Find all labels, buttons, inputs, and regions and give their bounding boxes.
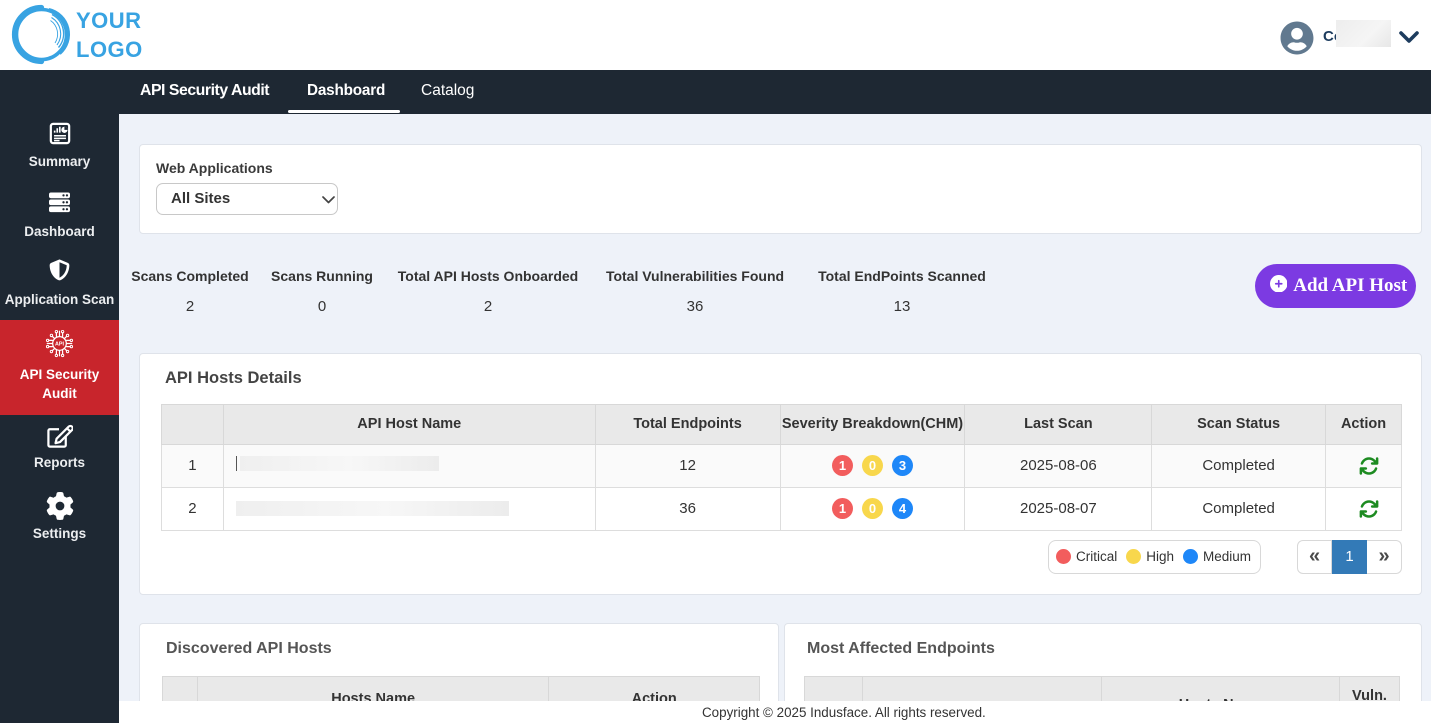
svg-text:API: API — [55, 341, 65, 347]
